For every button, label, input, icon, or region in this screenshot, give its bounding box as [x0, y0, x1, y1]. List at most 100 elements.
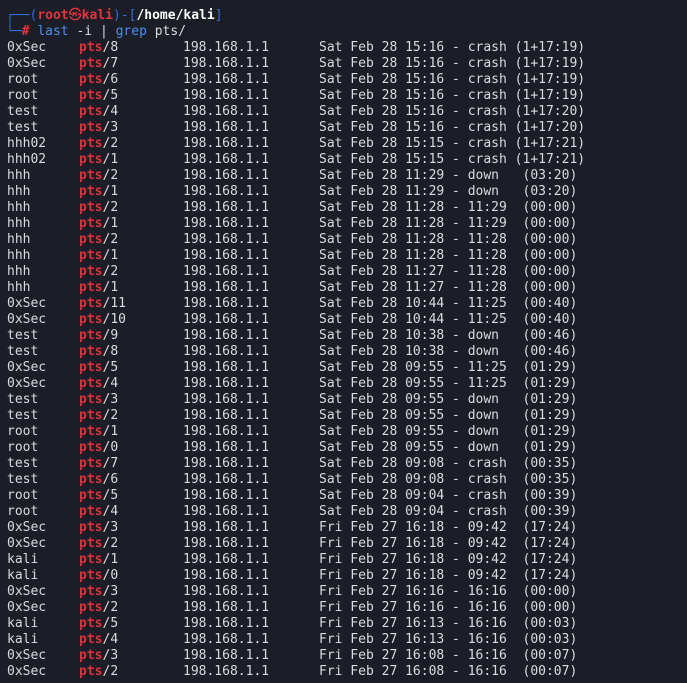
row-ip: 198.168.1.1 [183, 296, 270, 311]
row-tty-number: 5 [110, 616, 119, 631]
row-user: hhh [7, 216, 31, 231]
row-ip: 198.168.1.1 [183, 648, 270, 663]
row-tty: pts/1 [79, 216, 118, 232]
row-tty-number: 3 [110, 392, 119, 407]
row-tty-number: 10 [110, 312, 126, 327]
row-user: 0xSec [7, 56, 47, 71]
row-ip: 198.168.1.1 [183, 88, 270, 103]
row-tty-prefix: pts [79, 504, 103, 519]
row-session: Sat Feb 28 10:38 - down (00:46) [319, 344, 578, 359]
row-tty: pts/3 [79, 120, 118, 136]
output-row: test pts/3 198.168.1.1 Sat Feb 28 15:16 - c… [0, 120, 687, 136]
row-tty: pts/2 [79, 664, 118, 680]
row-tty-prefix: pts [79, 216, 103, 231]
row-ip: 198.168.1.1 [183, 136, 270, 151]
row-tty-number: 1 [110, 248, 119, 263]
row-tty: pts/6 [79, 72, 118, 88]
row-tty-number: 2 [110, 232, 119, 247]
row-tty: pts/9 [79, 328, 118, 344]
row-user: 0xSec [7, 296, 47, 311]
output-row: 0xSec pts/2 198.168.1.1 Fri Feb 27 16:08 - … [0, 664, 687, 680]
row-tty-number: 3 [110, 120, 119, 135]
row-session: Sat Feb 28 11:27 - 11:28 (00:00) [319, 264, 578, 279]
row-ip: 198.168.1.1 [183, 264, 270, 279]
row-tty-number: 5 [110, 488, 119, 503]
output-row: hhh pts/1 198.168.1.1 Sat Feb 28 11:28 - 11… [0, 216, 687, 232]
row-ip: 198.168.1.1 [183, 632, 270, 647]
row-session: Sat Feb 28 15:16 - crash (1+17:20) [319, 104, 586, 119]
output-row: test pts/2 198.168.1.1 Sat Feb 28 09:55 - d… [0, 408, 687, 424]
row-ip: 198.168.1.1 [183, 216, 270, 231]
row-ip: 198.168.1.1 [183, 184, 270, 199]
row-tty-number: 1 [110, 552, 119, 567]
prompt-host: kali [81, 8, 113, 23]
row-user: 0xSec [7, 664, 47, 679]
row-ip: 198.168.1.1 [183, 120, 270, 135]
row-tty: pts/5 [79, 88, 118, 104]
row-tty-number: 4 [110, 104, 119, 119]
row-session: Sat Feb 28 09:55 - down (01:29) [319, 424, 578, 439]
row-session: Fri Feb 27 16:18 - 09:42 (17:24) [319, 552, 578, 567]
output-row: test pts/8 198.168.1.1 Sat Feb 28 10:38 - d… [0, 344, 687, 360]
row-tty-prefix: pts [79, 536, 103, 551]
output-row: hhh pts/2 198.168.1.1 Sat Feb 28 11:28 - 11… [0, 200, 687, 216]
row-tty-number: 3 [110, 648, 119, 663]
output-row: 0xSec pts/2 198.168.1.1 Fri Feb 27 16:16 - … [0, 600, 687, 616]
output-row: hhh pts/2 198.168.1.1 Sat Feb 28 11:29 - do… [0, 168, 687, 184]
row-ip: 198.168.1.1 [183, 584, 270, 599]
row-user: hhh [7, 280, 31, 295]
row-tty-number: 11 [110, 296, 126, 311]
row-tty-prefix: pts [79, 168, 103, 183]
row-tty-prefix: pts [79, 152, 103, 167]
row-tty-number: 3 [110, 584, 119, 599]
command-line[interactable]: └─# last -i | grep pts/ [6, 24, 186, 40]
output-row: kali pts/4 198.168.1.1 Fri Feb 27 16:13 - 1… [0, 632, 687, 648]
row-user: test [7, 328, 39, 343]
output-row: test pts/3 198.168.1.1 Sat Feb 28 09:55 - d… [0, 392, 687, 408]
row-tty: pts/0 [79, 568, 118, 584]
output-row: 0xSec pts/10 198.168.1.1 Sat Feb 28 10:44 -… [0, 312, 687, 328]
row-tty: pts/3 [79, 520, 118, 536]
row-user: hhh [7, 248, 31, 263]
row-user: root [7, 488, 39, 503]
row-session: Sat Feb 28 15:15 - crash (1+17:21) [319, 136, 586, 151]
row-tty-number: 2 [110, 168, 119, 183]
row-ip: 198.168.1.1 [183, 600, 270, 615]
row-tty-prefix: pts [79, 248, 103, 263]
prompt-frame-top: ┌──( [6, 8, 38, 23]
row-session: Sat Feb 28 15:16 - crash (1+17:19) [319, 40, 586, 55]
row-tty-number: 8 [110, 344, 119, 359]
row-session: Fri Feb 27 16:16 - 16:16 (00:00) [319, 584, 578, 599]
row-tty: pts/1 [79, 552, 118, 568]
row-session: Sat Feb 28 11:29 - down (03:20) [319, 168, 578, 183]
row-user: root [7, 440, 39, 455]
row-ip: 198.168.1.1 [183, 424, 270, 439]
row-tty: pts/4 [79, 632, 118, 648]
row-user: kali [7, 552, 39, 567]
row-tty-prefix: pts [79, 232, 103, 247]
row-ip: 198.168.1.1 [183, 168, 270, 183]
output-row: 0xSec pts/2 198.168.1.1 Fri Feb 27 16:18 - … [0, 536, 687, 552]
row-ip: 198.168.1.1 [183, 344, 270, 359]
row-session: Sat Feb 28 09:04 - crash (00:39) [319, 504, 578, 519]
row-tty-prefix: pts [79, 104, 103, 119]
row-session: Sat Feb 28 15:16 - crash (1+17:19) [319, 88, 586, 103]
row-tty-number: 2 [110, 264, 119, 279]
terminal-window[interactable]: ┌──(root㉿kali)-[/home/kali] └─# last -i … [0, 0, 687, 683]
row-user: 0xSec [7, 648, 47, 663]
row-ip: 198.168.1.1 [183, 616, 270, 631]
output-row: 0xSec pts/3 198.168.1.1 Fri Feb 27 16:08 - … [0, 648, 687, 664]
row-user: hhh [7, 200, 31, 215]
row-tty-prefix: pts [79, 552, 103, 567]
row-ip: 198.168.1.1 [183, 456, 270, 471]
row-tty-prefix: pts [79, 328, 103, 343]
row-tty-number: 2 [110, 200, 119, 215]
row-tty-prefix: pts [79, 184, 103, 199]
output-row: 0xSec pts/4 198.168.1.1 Sat Feb 28 09:55 - … [0, 376, 687, 392]
row-tty-prefix: pts [79, 120, 103, 135]
row-user: test [7, 392, 39, 407]
output-row: kali pts/0 198.168.1.1 Fri Feb 27 16:18 - 0… [0, 568, 687, 584]
row-tty-number: 2 [110, 408, 119, 423]
row-tty-prefix: pts [79, 664, 103, 679]
row-user: test [7, 456, 39, 471]
